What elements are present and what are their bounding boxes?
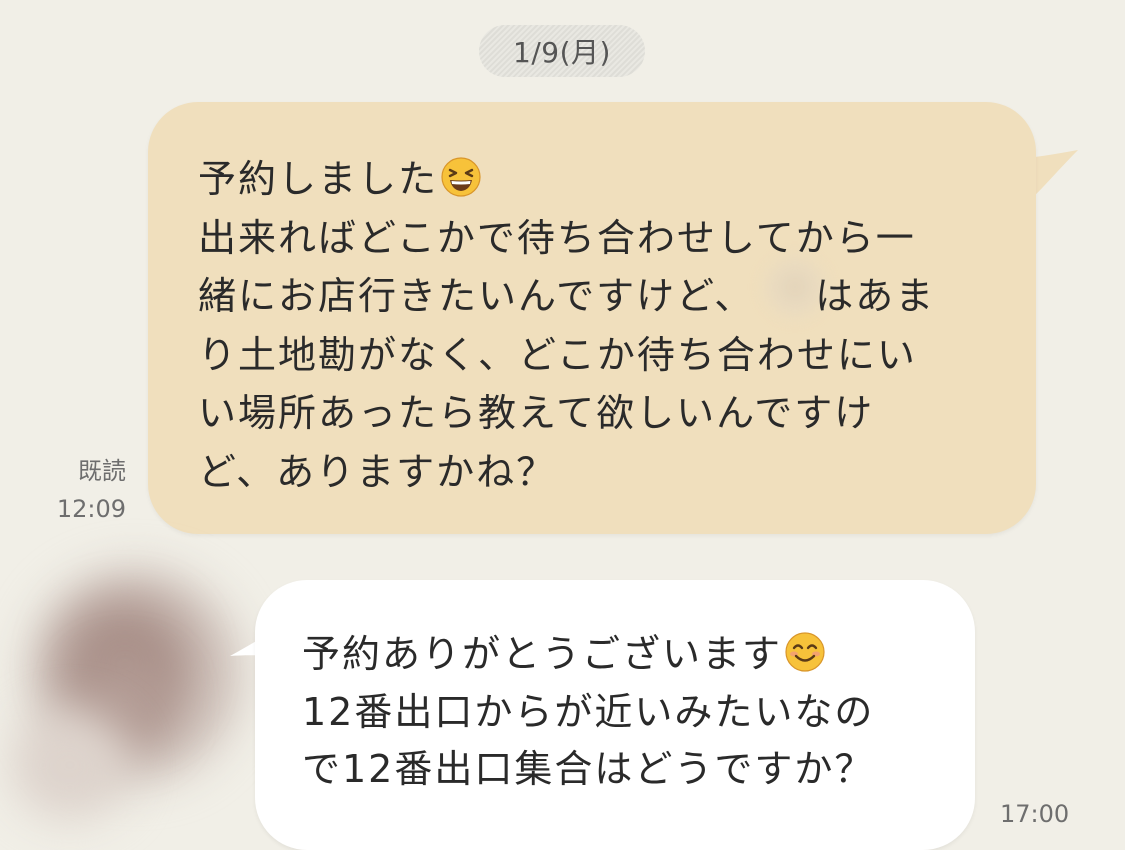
sent-line-5: い場所あったら教えて欲しいんですけ xyxy=(198,391,875,435)
sent-line-3: 緒にお店行きたいんですけど、 はあま xyxy=(198,274,936,318)
sent-message-text: 予約しました 出来ればどこかで待ち合わせしてから一 緒にお店行きたいんですけど、… xyxy=(198,150,978,501)
date-label: 1/9(月) xyxy=(513,36,611,69)
sent-time: 12:09 xyxy=(56,495,126,523)
received-time: 17:00 xyxy=(1000,800,1070,828)
read-label: 既読 xyxy=(78,457,126,485)
read-receipt: 既読 12:09 xyxy=(40,452,126,528)
sent-line-2: 出来ればどこかで待ち合わせしてから一 xyxy=(198,215,916,260)
received-line-3: で12番出口集合はどうですか？ xyxy=(302,747,875,791)
grinning-squinting-face-icon xyxy=(441,157,481,197)
sent-line-1: 予約しました xyxy=(198,157,439,201)
sent-line-4: り土地勘がなく、どこか待ち合わせにい xyxy=(198,332,917,377)
received-line-1: 予約ありがとうございます xyxy=(302,632,783,676)
sent-line-6: ど、ありますかね？ xyxy=(198,449,557,494)
smiling-face-with-smiling-eyes-icon xyxy=(785,632,825,672)
date-separator: 1/9(月) xyxy=(479,25,645,77)
received-line-2: 12番出口からが近いみたいなの xyxy=(302,689,875,734)
contact-avatar[interactable] xyxy=(0,540,270,834)
received-message-text: 予約ありがとうございます 12番出口からが近いみたいなの で12番出口集合はどう… xyxy=(302,626,942,799)
